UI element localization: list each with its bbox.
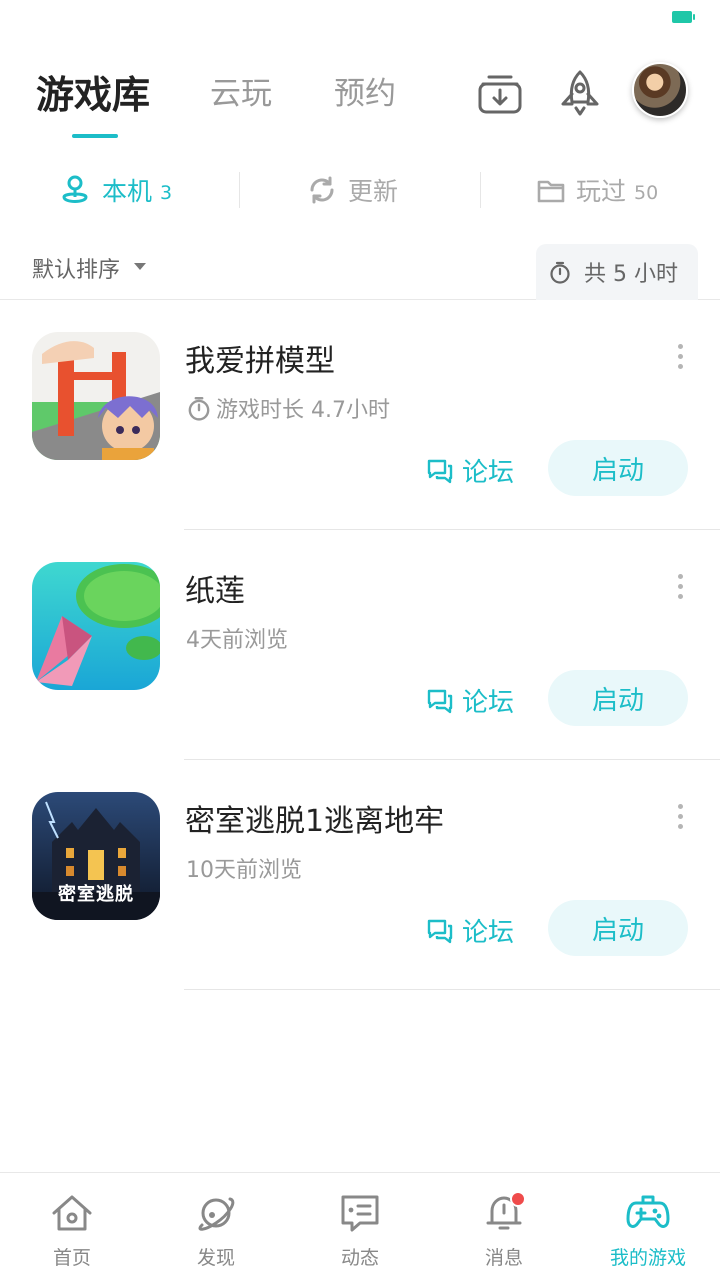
nav-item-label: 我的游戏 <box>609 1247 686 1269</box>
subtab-local-label: 本机 <box>102 177 153 206</box>
status-bar <box>0 0 720 36</box>
header: 游戏库 云玩 预约 <box>0 50 720 140</box>
bottom-nav: 首页 发现 动态 消息 我的游戏 <box>0 1172 720 1280</box>
more-options-icon[interactable] <box>670 574 690 604</box>
user-avatar[interactable] <box>632 62 688 118</box>
game-last-viewed: 10天前浏览 <box>186 852 302 884</box>
planet-icon <box>198 1197 235 1231</box>
subtab-bar: 本机 3 更新 玩过 50 <box>0 160 720 220</box>
nav-item-label: 动态 <box>340 1247 379 1269</box>
download-icon[interactable] <box>475 68 525 118</box>
more-options-icon[interactable] <box>670 804 690 834</box>
forum-icon <box>427 919 453 944</box>
nav-item-label: 发现 <box>196 1247 235 1269</box>
nav-item-label: 首页 <box>52 1247 91 1269</box>
game-title: 我爱拼模型 <box>185 344 335 379</box>
forum-button[interactable]: 论坛 <box>426 910 514 950</box>
tab-cloud-play[interactable]: 云玩 <box>210 68 272 113</box>
game-icon-caption: 密室逃脱 <box>58 884 134 905</box>
forum-button[interactable]: 论坛 <box>426 450 514 490</box>
subtab-played-count: 50 <box>634 182 659 204</box>
subtab-local[interactable]: 本机 3 <box>58 170 172 210</box>
nav-item-feed[interactable]: 动态 <box>288 1173 432 1280</box>
forum-button[interactable]: 论坛 <box>426 680 514 720</box>
game-title: 密室逃脱1逃离地牢 <box>185 804 445 839</box>
tab-reservation[interactable]: 预约 <box>334 68 396 113</box>
nav-item-my-games[interactable]: 我的游戏 <box>576 1173 720 1280</box>
game-list-item[interactable]: 纸莲 4天前浏览 论坛 启动 <box>0 530 720 760</box>
game-playtime-text: 游戏时长 4.7小时 <box>216 398 390 423</box>
game-last-viewed-text: 10天前浏览 <box>186 858 302 883</box>
subtab-played-label: 玩过 <box>576 177 627 206</box>
subtab-divider <box>239 172 240 208</box>
folder-icon <box>537 180 565 203</box>
local-device-icon <box>62 175 88 203</box>
subtab-local-count: 3 <box>160 182 173 204</box>
sort-bar: 默认排序 共 5 小时 <box>0 240 720 300</box>
total-playtime-text: 共 5 小时 <box>584 262 678 287</box>
forum-button-label: 论坛 <box>462 917 515 948</box>
sort-dropdown[interactable]: 默认排序 <box>32 252 120 284</box>
launch-button[interactable]: 启动 <box>548 900 688 956</box>
divider <box>184 989 720 990</box>
refresh-icon <box>310 176 334 204</box>
forum-icon <box>427 689 453 714</box>
gamepad-icon <box>626 1195 670 1228</box>
game-playtime: 游戏时长 4.7小时 <box>186 392 390 424</box>
game-list-item[interactable]: 密室逃脱 密室逃脱1逃离地牢 10天前浏览 论坛 启动 <box>0 760 720 990</box>
forum-icon <box>427 459 453 484</box>
home-icon <box>52 1195 92 1231</box>
rocket-icon[interactable] <box>555 68 605 118</box>
nav-item-discover[interactable]: 发现 <box>144 1173 288 1280</box>
more-options-icon[interactable] <box>670 344 690 374</box>
launch-button[interactable]: 启动 <box>548 440 688 496</box>
game-list-item[interactable]: 我爱拼模型 游戏时长 4.7小时 论坛 启动 <box>0 300 720 530</box>
game-title: 纸莲 <box>185 574 245 609</box>
game-last-viewed: 4天前浏览 <box>186 622 288 654</box>
subtab-played[interactable]: 玩过 50 <box>536 170 658 210</box>
game-icon[interactable]: 密室逃脱 <box>32 792 160 920</box>
active-tab-indicator <box>72 134 118 138</box>
battery-icon <box>672 11 695 23</box>
subtab-update[interactable]: 更新 <box>306 170 398 210</box>
nav-item-messages[interactable]: 消息 <box>432 1173 576 1280</box>
timer-icon <box>188 397 210 421</box>
subtab-update-label: 更新 <box>348 177 399 206</box>
nav-item-home[interactable]: 首页 <box>0 1173 144 1280</box>
game-icon[interactable] <box>32 562 160 690</box>
subtab-divider <box>480 172 481 208</box>
nav-item-label: 消息 <box>484 1247 523 1269</box>
timer-icon <box>550 261 570 284</box>
forum-button-label: 论坛 <box>462 687 515 718</box>
game-icon[interactable] <box>32 332 160 460</box>
launch-button[interactable]: 启动 <box>548 670 688 726</box>
tab-game-library[interactable]: 游戏库 <box>36 64 150 119</box>
total-playtime-badge: 共 5 小时 <box>536 244 698 300</box>
message-box-icon <box>341 1195 379 1232</box>
game-last-viewed-text: 4天前浏览 <box>186 628 288 653</box>
caret-down-icon <box>134 263 146 270</box>
notification-badge <box>510 1191 526 1207</box>
forum-button-label: 论坛 <box>462 457 515 488</box>
